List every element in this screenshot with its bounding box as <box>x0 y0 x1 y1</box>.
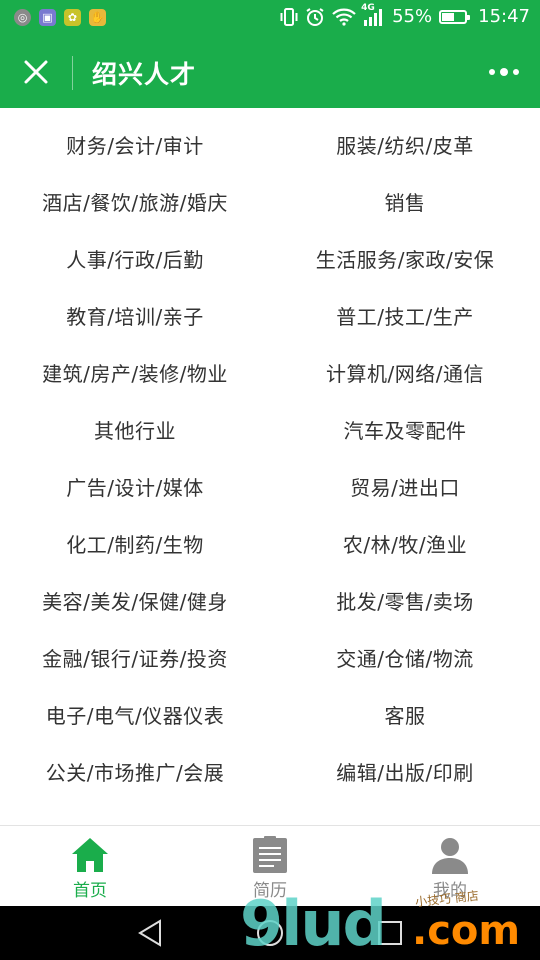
wifi-icon <box>332 8 356 26</box>
category-label: 贸易/进出口 <box>350 476 460 500</box>
category-label: 销售 <box>384 191 426 215</box>
category-label: 其他行业 <box>94 419 176 443</box>
system-nav-bar <box>0 906 540 960</box>
clipboard-icon <box>253 836 287 873</box>
category-item[interactable]: 电子/电气/仪器仪表 <box>0 702 270 759</box>
tab-label: 简历 <box>253 881 287 901</box>
category-label: 财务/会计/审计 <box>66 134 204 158</box>
clock: 15:47 <box>478 6 530 27</box>
close-button[interactable] <box>18 54 54 90</box>
category-item[interactable]: 客服 <box>270 702 540 759</box>
app-notification-icon: ◎ <box>14 9 31 26</box>
category-item[interactable]: 批发/零售/卖场 <box>270 588 540 645</box>
category-label: 计算机/网络/通信 <box>326 362 484 386</box>
category-item[interactable]: 美容/美发/保健/健身 <box>0 588 270 645</box>
category-label: 普工/技工/生产 <box>336 305 474 329</box>
home-circle-icon <box>257 920 283 946</box>
tab-profile[interactable]: 我的 <box>360 826 540 907</box>
category-item[interactable]: 人事/行政/后勤 <box>0 246 270 303</box>
category-item[interactable]: 化工/制药/生物 <box>0 531 270 588</box>
category-item[interactable]: 其他行业 <box>0 417 270 474</box>
category-label: 汽车及零配件 <box>343 419 467 443</box>
home-icon <box>72 838 108 872</box>
category-item[interactable]: 计算机/网络/通信 <box>270 360 540 417</box>
category-label: 广告/设计/媒体 <box>66 476 204 500</box>
category-grid: 财务/会计/审计 服装/纺织/皮革酒店/餐饮/旅游/婚庆 销售人事/行政/后勤 生活服… <box>0 132 540 816</box>
status-bar: ◎ ▣ ✿ ✋ 4G 55% 15:47 <box>0 0 540 36</box>
category-label: 美容/美发/保健/健身 <box>42 590 228 614</box>
tab-label: 首页 <box>73 881 107 901</box>
back-button[interactable] <box>130 918 170 948</box>
category-label: 电子/电气/仪器仪表 <box>45 704 225 728</box>
notification-icons: ◎ ▣ ✿ ✋ <box>14 9 106 26</box>
category-item[interactable]: 交通/仓储/物流 <box>270 645 540 702</box>
category-item[interactable]: 普工/技工/生产 <box>270 303 540 360</box>
category-item[interactable]: 生活服务/家政/安保 <box>270 246 540 303</box>
category-label: 服装/纺织/皮革 <box>336 134 474 158</box>
app-notification-icon: ✋ <box>89 9 106 26</box>
category-label: 建筑/房产/装修/物业 <box>42 362 228 386</box>
more-options-button[interactable] <box>484 60 524 84</box>
category-label: 人事/行政/后勤 <box>66 248 204 272</box>
more-dots-icon <box>489 69 495 75</box>
battery-icon <box>439 9 471 24</box>
category-label: 编辑/出版/印刷 <box>336 761 474 785</box>
close-icon <box>24 60 48 84</box>
page-title: 绍兴人才 <box>92 60 197 89</box>
category-label: 交通/仓储/物流 <box>336 647 474 671</box>
category-label: 公关/市场推广/会展 <box>45 761 225 785</box>
category-item[interactable]: 金融/银行/证券/投资 <box>0 645 270 702</box>
category-item[interactable]: 服装/纺织/皮革 <box>270 132 540 189</box>
category-label: 生活服务/家政/安保 <box>315 248 495 272</box>
signal-icon: 4G <box>361 3 385 27</box>
category-item[interactable]: 财务/会计/审计 <box>0 132 270 189</box>
category-item[interactable]: 编辑/出版/印刷 <box>270 759 540 816</box>
back-triangle-icon <box>138 919 161 947</box>
network-type: 4G <box>361 2 375 13</box>
category-label: 化工/制药/生物 <box>66 533 204 557</box>
app-notification-icon: ✿ <box>64 9 81 26</box>
category-item[interactable]: 教育/培训/亲子 <box>0 303 270 360</box>
category-label: 批发/零售/卖场 <box>336 590 474 614</box>
alarm-icon <box>305 7 325 27</box>
category-item[interactable]: 广告/设计/媒体 <box>0 474 270 531</box>
category-item[interactable]: 农/林/牧/渔业 <box>270 531 540 588</box>
category-item[interactable]: 贸易/进出口 <box>270 474 540 531</box>
category-item[interactable]: 建筑/房产/装修/物业 <box>0 360 270 417</box>
title-divider <box>72 56 73 90</box>
person-icon <box>432 838 468 874</box>
recents-button[interactable] <box>370 918 410 948</box>
category-item[interactable]: 汽车及零配件 <box>270 417 540 474</box>
category-label: 金融/银行/证券/投资 <box>42 647 228 671</box>
tab-bar: 首页 简历 我的 <box>0 825 540 907</box>
category-label: 客服 <box>384 704 426 728</box>
home-nav-button[interactable] <box>250 918 290 948</box>
recents-square-icon <box>378 921 402 945</box>
category-item[interactable]: 酒店/餐饮/旅游/婚庆 <box>0 189 270 246</box>
tab-home[interactable]: 首页 <box>0 826 180 907</box>
category-item[interactable]: 公关/市场推广/会展 <box>0 759 270 816</box>
tab-resume[interactable]: 简历 <box>180 826 360 907</box>
category-label: 农/林/牧/渔业 <box>342 533 468 557</box>
category-label: 教育/培训/亲子 <box>66 305 204 329</box>
battery-percent: 55% <box>392 6 433 27</box>
gallery-notification-icon: ▣ <box>39 9 56 26</box>
tab-label: 我的 <box>433 881 467 901</box>
title-bar: 绍兴人才 <box>0 36 540 108</box>
vibrate-icon <box>280 7 298 27</box>
category-label: 酒店/餐饮/旅游/婚庆 <box>42 191 228 215</box>
category-item[interactable]: 销售 <box>270 189 540 246</box>
